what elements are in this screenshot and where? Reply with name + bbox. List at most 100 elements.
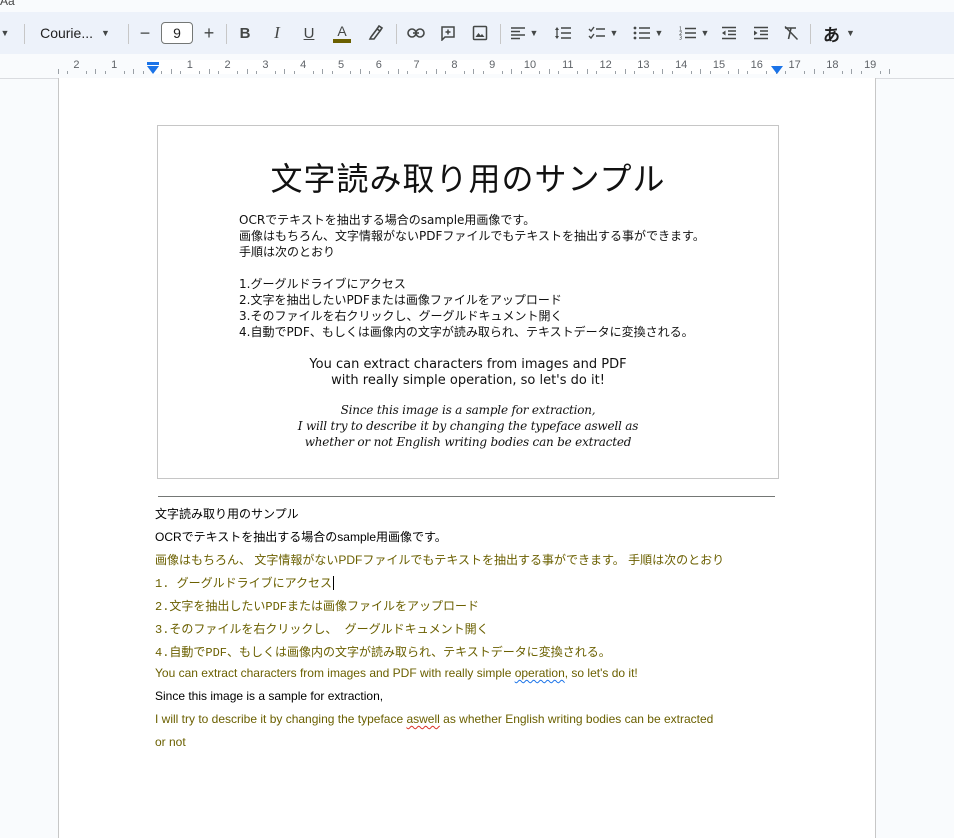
doc-line[interactable]: 2.文字を抽出したいPDFまたは画像ファイルをアップロード: [155, 597, 479, 614]
ruler-tick: [255, 71, 257, 74]
left-indent-marker[interactable]: [147, 66, 159, 74]
ruler-tick: [407, 71, 409, 74]
ruler-tick: [359, 69, 361, 74]
ruler-tick: [142, 71, 144, 74]
doc-line-text: 1. グーグルドライブにアクセス: [155, 577, 333, 591]
text-color-button[interactable]: A: [330, 12, 354, 54]
ruler-tick: [633, 71, 635, 74]
ruler-tick: [104, 71, 106, 74]
ruler-tick: [737, 69, 739, 74]
horizontal-ruler[interactable]: 2 1 1 2 3 4 5 6 7 8 9 10 11 12 13 14 15 16 17 18 19: [0, 54, 954, 79]
right-indent-marker[interactable]: [771, 66, 783, 74]
decrease-indent-button[interactable]: [718, 12, 740, 54]
ruler-number: 7: [413, 59, 420, 71]
ruler-tick: [851, 69, 853, 74]
align-dropdown[interactable]: ▼: [506, 12, 542, 54]
doc-line[interactable]: You can extract characters from images a…: [155, 666, 638, 680]
increase-indent-button[interactable]: [750, 12, 772, 54]
image-jp-line: 3.そのファイルを右クリックし、グーグルドキュメント開く: [239, 309, 563, 323]
doc-line[interactable]: 4.自動でPDF、もしくは画像内の文字が読み取られ、テキストデータに変換される。: [155, 643, 611, 660]
clear-formatting-button[interactable]: [780, 12, 802, 54]
doc-line[interactable]: 3.そのファイルを右クリックし、 グーグルドキュメント開く: [155, 620, 489, 637]
numbered-list-dropdown[interactable]: 123 ▼: [674, 12, 714, 54]
chevron-down-icon: ▼: [700, 28, 710, 38]
ruler-tick: [350, 71, 352, 74]
image-jp-line: 画像はもちろん、文字情報がないPDFファイルでもテキストを抽出する事ができます。: [239, 229, 705, 243]
ruler-tick: [511, 69, 513, 74]
line-spacing-button[interactable]: [550, 12, 576, 54]
decrease-font-size-button[interactable]: −: [134, 12, 156, 54]
doc-line[interactable]: 画像はもちろん、 文字情報がないPDFファイルでもテキストを抽出する事ができます…: [155, 551, 724, 568]
image-jp-line: OCRでテキストを抽出する場合のsample用画像です。: [239, 213, 536, 227]
ruler-number: 13: [637, 59, 650, 71]
ruler-tick: [444, 71, 446, 74]
grammar-flagged-word[interactable]: operation: [515, 666, 565, 680]
ruler-tick: [652, 71, 654, 74]
ruler-tick: [237, 71, 239, 74]
font-family-dropdown[interactable]: Courie... ▼: [30, 12, 120, 54]
ruler-tick: [473, 69, 475, 74]
ruler-number: 2: [73, 59, 80, 71]
ruler-number: 4: [300, 59, 307, 71]
input-tool-label: あ: [823, 25, 841, 45]
doc-line[interactable]: I will try to describe it by changing th…: [155, 712, 713, 726]
doc-line[interactable]: Since this image is a sample for extract…: [155, 689, 383, 703]
input-tools-dropdown[interactable]: あ ▼: [818, 12, 860, 54]
ruler-number: 12: [599, 59, 612, 71]
ruler-number: 3: [262, 59, 269, 71]
insert-image-button[interactable]: [468, 12, 492, 54]
embedded-sample-image[interactable]: 文字読み取り用のサンプル OCRでテキストを抽出する場合のsample用画像です…: [157, 125, 779, 479]
first-line-indent-marker[interactable]: [147, 62, 159, 65]
doc-line[interactable]: OCRでテキストを抽出する場合のsample用画像です。: [155, 528, 447, 545]
checklist-dropdown[interactable]: ▼: [584, 12, 622, 54]
ruler-tick: [95, 69, 97, 74]
bulleted-list-dropdown[interactable]: ▼: [628, 12, 668, 54]
insert-comment-button[interactable]: [436, 12, 460, 54]
ruler-tick: [426, 71, 428, 74]
numbered-list-icon: 123: [679, 27, 696, 40]
clear-formatting-icon: [784, 25, 799, 41]
chevron-down-icon: ▼: [609, 28, 619, 38]
ruler-number: 1: [186, 59, 193, 71]
font-size-field[interactable]: 9: [160, 12, 194, 54]
doc-line[interactable]: or not: [155, 735, 186, 749]
ruler-tick: [860, 71, 862, 74]
spelling-flagged-word[interactable]: aswell: [406, 712, 439, 726]
underline-button[interactable]: U: [298, 12, 320, 54]
highlight-color-button[interactable]: [364, 12, 388, 54]
toolbar-overflow-caret[interactable]: ▼: [0, 12, 10, 54]
ruler-number: 11: [562, 59, 574, 71]
bold-button[interactable]: B: [234, 12, 256, 54]
ruler-tick: [548, 69, 550, 74]
highlighter-icon: [368, 25, 384, 40]
ruler-number: 5: [337, 59, 345, 71]
ruler-tick: [284, 69, 286, 74]
doc-line[interactable]: 文字読み取り用のサンプル: [155, 505, 299, 522]
ruler-number: 9: [489, 59, 496, 71]
image-en-line: with really simple operation, so let's d…: [331, 373, 605, 388]
insert-link-button[interactable]: [404, 12, 428, 54]
text-color-swatch: [333, 38, 351, 43]
ruler-number: 1: [111, 59, 118, 71]
line-spacing-icon: [555, 27, 571, 39]
ruler-number: 17: [788, 59, 801, 71]
bulleted-list-icon: [633, 26, 650, 40]
ruler-tick: [66, 71, 68, 74]
ruler-tick: [766, 71, 768, 74]
italic-button[interactable]: I: [266, 12, 288, 54]
ruler-tick: [700, 69, 702, 74]
doc-line-with-cursor[interactable]: 1. グーグルドライブにアクセス: [155, 574, 335, 591]
document-page[interactable]: 文字読み取り用のサンプル OCRでテキストを抽出する場合のsample用画像です…: [58, 78, 876, 838]
ruler-tick: [123, 71, 125, 74]
ruler-tick: [331, 71, 333, 74]
ruler-tick: [709, 71, 711, 74]
doc-text: as whether English writing bodies can be…: [439, 712, 714, 726]
add-comment-icon: [441, 26, 455, 41]
image-title: 文字読み取り用のサンプル: [270, 160, 666, 198]
link-icon: [407, 28, 425, 38]
image-jp-line: 1.グーグルドライブにアクセス: [239, 277, 406, 291]
ruler-tick: [624, 69, 626, 74]
ruler-tick: [369, 71, 371, 74]
increase-font-size-button[interactable]: +: [198, 12, 220, 54]
align-left-icon: [510, 27, 525, 40]
